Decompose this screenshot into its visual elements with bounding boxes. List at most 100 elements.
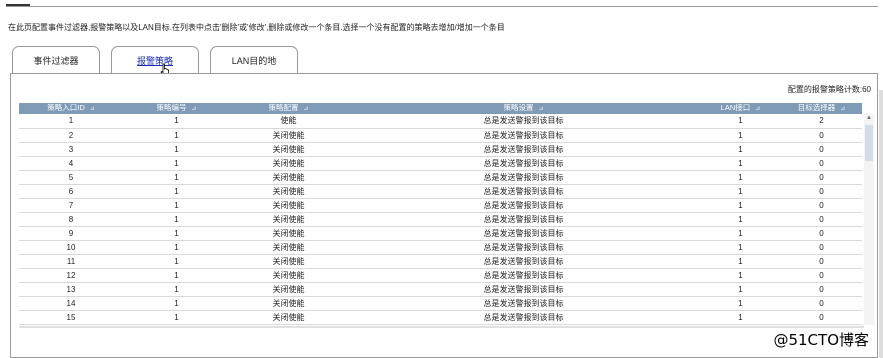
sort-arrow-icon: ⊿ xyxy=(538,106,544,112)
table-header-row: 策略入口ID ⊿ 策略编号 ⊿ 策略配置 ⊿ 策略设置 ⊿ LAN接口 ⊿ 目标选择器 ⊿ xyxy=(19,103,862,114)
alert-policy-panel: 配置的报警策略计数:60 策略入口ID ⊿ 策略编号 ⊿ 策略配置 ⊿ 策略设置 ⊿ L… xyxy=(10,73,878,358)
table-cell: 总是发送警报到该目标 xyxy=(347,184,700,199)
table-cell: 0 xyxy=(781,268,862,283)
table-row[interactable]: 15 1 关闭使能 总是发送警报到该目标 1 0 xyxy=(19,310,862,325)
table-row[interactable]: 6 1 关闭使能 总是发送警报到该目标 1 0 xyxy=(19,184,862,199)
tab-lan-destination[interactable]: LAN目的地 xyxy=(210,46,298,74)
table-cell: 13 xyxy=(19,282,123,297)
table-row[interactable]: 10 1 关闭使能 总是发送警报到该目标 1 0 xyxy=(19,240,862,255)
table-cell: 0 xyxy=(781,240,862,255)
column-header-policy-number[interactable]: 策略编号 ⊿ xyxy=(123,103,230,114)
table-cell: 6 xyxy=(19,184,123,199)
table-cell: 1 xyxy=(700,156,781,171)
table-cell: 1 xyxy=(123,184,230,199)
page-instruction: 在此页配置事件过滤器,报警策略以及LAN目标.在列表中点击'删除'或'修改',删… xyxy=(8,23,505,32)
table-cell: 1 xyxy=(123,310,230,325)
column-header-lan-interface[interactable]: LAN接口 ⊿ xyxy=(700,103,781,114)
tab-label: 事件过滤器 xyxy=(33,56,79,66)
table-cell: 关闭使能 xyxy=(230,254,347,269)
table-row[interactable]: 11 1 关闭使能 总是发送警报到该目标 1 0 xyxy=(19,254,862,269)
policy-table: 策略入口ID ⊿ 策略编号 ⊿ 策略配置 ⊿ 策略设置 ⊿ LAN接口 ⊿ 目标选择器 ⊿ … xyxy=(19,103,862,325)
table-cell: 0 xyxy=(781,212,862,227)
table-cell: 1 xyxy=(700,170,781,185)
table-cell: 1 xyxy=(123,268,230,283)
table-cell: 关闭使能 xyxy=(230,170,347,185)
column-header-policy-config[interactable]: 策略配置 ⊿ xyxy=(230,103,347,114)
table-cell: 1 xyxy=(700,268,781,283)
table-cell: 1 xyxy=(123,282,230,297)
table-cell: 总是发送警报到该目标 xyxy=(347,170,700,185)
table-cell: 1 xyxy=(700,212,781,227)
table-cell: 关闭使能 xyxy=(230,156,347,171)
table-cell: 0 xyxy=(781,156,862,171)
table-cell: 3 xyxy=(19,142,123,157)
table-cell: 2 xyxy=(781,114,862,129)
table-cell: 1 xyxy=(700,128,781,143)
column-header-target-selector[interactable]: 目标选择器 ⊿ xyxy=(781,103,862,114)
table-cell: 总是发送警报到该目标 xyxy=(347,268,700,283)
table-cell: 0 xyxy=(781,128,862,143)
column-header-policy-entry-id[interactable]: 策略入口ID ⊿ xyxy=(19,103,123,114)
sort-arrow-icon: ⊿ xyxy=(89,106,95,112)
table-cell: 1 xyxy=(123,128,230,143)
table-row[interactable]: 14 1 关闭使能 总是发送警报到该目标 1 0 xyxy=(19,296,862,311)
horizontal-scrollbar[interactable] xyxy=(19,326,864,328)
table-cell: 关闭使能 xyxy=(230,198,347,213)
table-row[interactable]: 8 1 关闭使能 总是发送警报到该目标 1 0 xyxy=(19,212,862,227)
table-cell: 0 xyxy=(781,310,862,325)
table-row[interactable]: 7 1 关闭使能 总是发送警报到该目标 1 0 xyxy=(19,198,862,213)
table-cell: 12 xyxy=(19,268,123,283)
table-cell: 1 xyxy=(700,198,781,213)
table-cell: 1 xyxy=(700,310,781,325)
table-cell: 总是发送警报到该目标 xyxy=(347,240,700,255)
sort-arrow-icon: ⊿ xyxy=(755,106,761,112)
table-cell: 1 xyxy=(123,212,230,227)
column-header-policy-setting[interactable]: 策略设置 ⊿ xyxy=(347,103,700,114)
table-cell: 14 xyxy=(19,296,123,311)
table-cell: 0 xyxy=(781,282,862,297)
table-cell: 总是发送警报到该目标 xyxy=(347,128,700,143)
sort-arrow-icon: ⊿ xyxy=(303,106,309,112)
table-row[interactable]: 2 1 关闭使能 总是发送警报到该目标 1 0 xyxy=(19,128,862,143)
table-cell: 4 xyxy=(19,156,123,171)
table-cell: 1 xyxy=(123,226,230,241)
table-row[interactable]: 4 1 关闭使能 总是发送警报到该目标 1 0 xyxy=(19,156,862,171)
scroll-thumb[interactable] xyxy=(865,125,873,161)
table-cell: 0 xyxy=(781,142,862,157)
table-cell: 总是发送警报到该目标 xyxy=(347,226,700,241)
table-row[interactable]: 9 1 关闭使能 总是发送警报到该目标 1 0 xyxy=(19,226,862,241)
table-cell: 总是发送警报到该目标 xyxy=(347,142,700,157)
table-cell: 0 xyxy=(781,198,862,213)
table-cell: 0 xyxy=(781,296,862,311)
table-cell: 1 xyxy=(123,142,230,157)
table-row[interactable]: 13 1 关闭使能 总是发送警报到该目标 1 0 xyxy=(19,282,862,297)
table-cell: 10 xyxy=(19,240,123,255)
table-row[interactable]: 5 1 关闭使能 总是发送警报到该目标 1 0 xyxy=(19,170,862,185)
table-cell: 8 xyxy=(19,212,123,227)
table-cell: 1 xyxy=(123,114,230,129)
policy-table-container: 策略入口ID ⊿ 策略编号 ⊿ 策略配置 ⊿ 策略设置 ⊿ LAN接口 ⊿ 目标选择器 ⊿ … xyxy=(19,103,879,325)
table-cell: 总是发送警报到该目标 xyxy=(347,156,700,171)
sort-arrow-icon: ⊿ xyxy=(840,106,846,112)
table-cell: 关闭使能 xyxy=(230,128,347,143)
table-cell: 1 xyxy=(123,240,230,255)
scroll-up-icon[interactable]: ▲ xyxy=(864,113,874,123)
table-cell: 1 xyxy=(700,226,781,241)
window-edge xyxy=(879,90,883,358)
table-row[interactable]: 1 1 使能 总是发送警报到该目标 1 2 xyxy=(19,114,862,129)
table-row[interactable]: 3 1 关闭使能 总是发送警报到该目标 1 0 xyxy=(19,142,862,157)
tab-alert-policy[interactable]: 报警策略 xyxy=(111,46,199,74)
policy-count: 配置的报警策略计数:60 xyxy=(787,85,871,94)
vertical-scrollbar[interactable]: ▲ xyxy=(864,113,874,325)
table-cell: 关闭使能 xyxy=(230,268,347,283)
table-cell: 1 xyxy=(700,184,781,199)
table-row[interactable]: 12 1 关闭使能 总是发送警报到该目标 1 0 xyxy=(19,268,862,283)
tab-event-filter[interactable]: 事件过滤器 xyxy=(12,46,100,74)
table-cell: 0 xyxy=(781,226,862,241)
table-cell: 关闭使能 xyxy=(230,226,347,241)
table-cell: 0 xyxy=(781,184,862,199)
table-cell: 关闭使能 xyxy=(230,142,347,157)
table-cell: 总是发送警报到该目标 xyxy=(347,296,700,311)
table-cell: 关闭使能 xyxy=(230,282,347,297)
watermark: @51CTO博客 xyxy=(771,329,871,350)
